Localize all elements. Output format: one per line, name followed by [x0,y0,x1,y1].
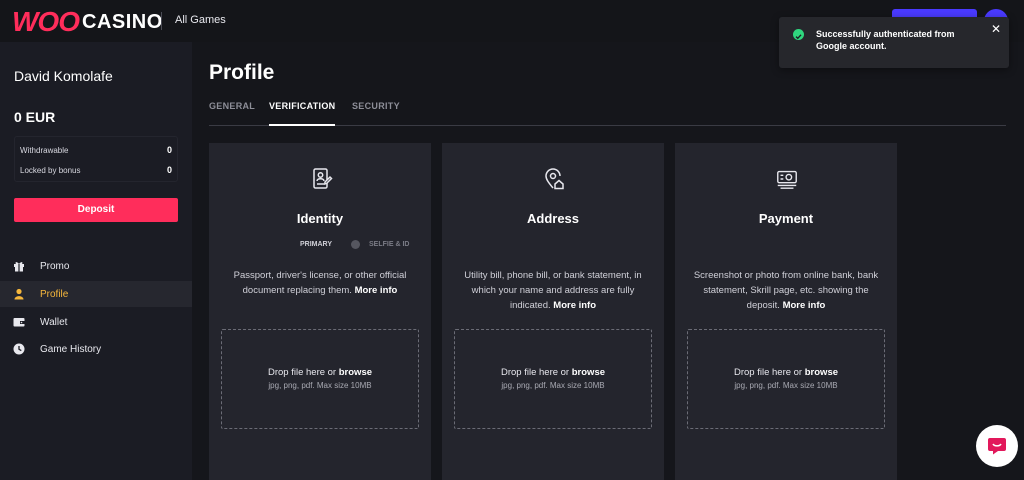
drop-instruction: Drop file here or browse [455,367,651,378]
sidebar-item-promo[interactable]: Promo [0,253,192,279]
drop-prefix: Drop file here or [500,367,572,378]
chat-icon [988,438,1006,455]
balance-row-locked: Locked by bonus 0 [14,160,178,180]
sidebar-item-label: Profile [40,288,69,300]
gift-icon [13,260,25,272]
drop-prefix: Drop file here or [267,367,339,378]
balance-value: 0 [166,145,172,155]
sidebar-item-label: Game History [40,343,102,355]
drop-hint: jpg, png, pdf. Max size 10MB [268,381,372,390]
card-title: Address [526,211,580,226]
page-title: Profile [209,61,275,84]
verification-steps: PRIMARY SELFIE & ID [209,240,431,253]
drop-instruction: Drop file here or browse [222,367,418,378]
sidebar-item-profile[interactable]: Profile [0,281,192,307]
file-dropzone[interactable]: Drop file here or browse jpg, png, pdf. … [454,329,652,429]
payment-card-icon [775,167,799,191]
nav-all-games[interactable]: All Games [175,14,226,26]
balance-row-withdrawable: Withdrawable 0 [14,140,178,160]
profile-tabs: GENERAL VERIFICATION SECURITY [209,100,1006,126]
card-title: Payment [758,211,814,226]
payment-card: Payment Screenshot or photo from online … [675,143,897,480]
logo-divider [161,12,162,30]
balance-amount: 0 EUR [14,109,56,125]
logo-woo: WOO [12,6,80,37]
sidebar-item-game-history[interactable]: Game History [0,336,192,362]
balance-value: 0 [166,165,172,175]
address-card: Address Utility bill, phone bill, or ban… [442,143,664,480]
balance-label: Withdrawable [20,145,69,155]
clock-icon [13,343,25,355]
deposit-button[interactable]: Deposit [14,198,178,222]
step-primary: PRIMARY [300,241,333,248]
tab-general[interactable]: GENERAL [209,100,255,126]
drop-hint: jpg, png, pdf. Max size 10MB [734,381,838,390]
toast-message: Successfully authenticated from Google a… [816,29,955,51]
file-dropzone[interactable]: Drop file here or browse jpg, png, pdf. … [687,329,885,429]
balance-label: Locked by bonus [20,165,81,175]
sidebar-item-label: Wallet [40,316,68,328]
more-info-link[interactable]: More info [783,300,826,311]
step-arrow-icon [351,240,360,249]
tab-verification[interactable]: VERIFICATION [269,100,336,126]
sidebar-item-label: Promo [40,260,70,272]
user-icon [13,288,25,300]
card-description: Utility bill, phone bill, or bank statem… [456,268,650,313]
user-name: David Komolafe [14,68,113,84]
drop-prefix: Drop file here or [733,367,805,378]
location-home-icon [542,167,566,191]
wallet-icon [13,316,25,328]
success-toast: Successfully authenticated from Google a… [779,17,1009,68]
more-info-link[interactable]: More info [553,300,596,311]
identity-card: Identity PRIMARY SELFIE & ID Passport, d… [209,143,431,480]
chat-button[interactable] [976,425,1018,467]
success-check-icon [793,29,804,40]
more-info-link[interactable]: More info [355,285,398,296]
id-document-icon [309,167,333,191]
tab-security[interactable]: SECURITY [352,100,400,126]
main-content: Profile GENERAL VERIFICATION SECURITY Id… [192,42,1024,480]
step-selfie-id: SELFIE & ID [369,241,410,248]
logo-casino: CASINO [82,10,163,33]
file-dropzone[interactable]: Drop file here or browse jpg, png, pdf. … [221,329,419,429]
close-icon[interactable]: ✕ [990,23,1002,35]
logo[interactable]: WOO CASINO [12,6,163,37]
card-description: Screenshot or photo from online bank, ba… [689,268,883,313]
card-title: Identity [296,211,344,226]
card-description: Passport, driver's license, or other off… [223,268,417,298]
browse-link[interactable]: browse [805,367,838,378]
browse-link[interactable]: browse [339,367,372,378]
sidebar: David Komolafe 0 EUR Withdrawable 0 Lock… [0,42,192,480]
browse-link[interactable]: browse [572,367,605,378]
sidebar-item-wallet[interactable]: Wallet [0,309,192,335]
drop-instruction: Drop file here or browse [688,367,884,378]
drop-hint: jpg, png, pdf. Max size 10MB [501,381,605,390]
